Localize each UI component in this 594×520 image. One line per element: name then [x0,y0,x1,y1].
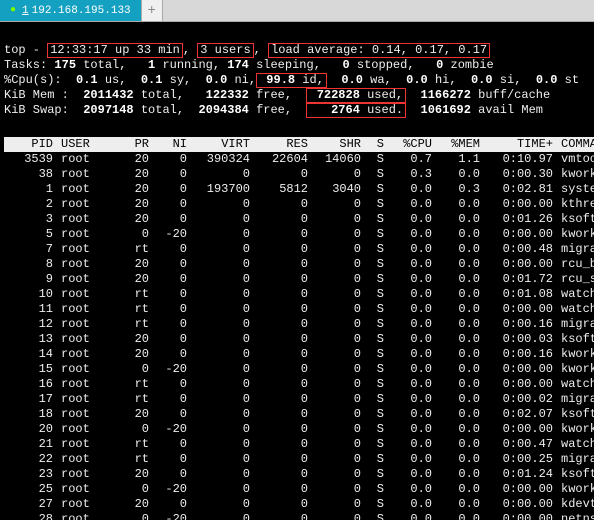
process-row: 17rootrt0000S0.00.00:00.02migration/2 [4,392,594,407]
process-row: 38root200000S0.30.00:00.30kworker/3:1 [4,167,594,182]
col-command[interactable]: COMMAND [557,137,594,152]
col-virt[interactable]: VIRT [191,137,254,152]
mem-label: KiB Mem : [4,88,69,102]
col-pr[interactable]: PR [115,137,153,152]
tasks-total: 175 [54,58,76,72]
cpu-si: 0.0 [471,73,493,87]
process-header-row: PIDUSERPRNIVIRTRESSHRS%CPU%MEMTIME+COMMA… [4,137,594,152]
process-row: 27root200000S0.00.00:00.00kdevtmpfs [4,497,594,512]
col-user[interactable]: USER [57,137,115,152]
process-row: 13root200000S0.00.00:00.03ksoftirqd/1 [4,332,594,347]
process-row: 21rootrt0000S0.00.00:00.47watchdog/3 [4,437,594,452]
mem-free: 122332 [206,88,249,102]
cpu-us: 0.1 [76,73,98,87]
process-row: 2root200000S0.00.00:00.00kthreadd [4,197,594,212]
swap-used: 2764 [331,103,360,117]
process-row: 8root200000S0.00.00:00.00rcu_bh [4,257,594,272]
cpu-ni: 0.0 [206,73,228,87]
mem-buff: 1166272 [421,88,471,102]
process-row: 11rootrt0000S0.00.00:00.00watchdog/1 [4,302,594,317]
users-box: 3 users [197,43,253,58]
top-prefix: top - [4,43,40,57]
tasks-stopped: 0 [343,58,350,72]
process-row: 23root200000S0.00.00:01.24ksoftirqd/3 [4,467,594,482]
col-shr[interactable]: SHR [312,137,365,152]
process-row: 22rootrt0000S0.00.00:00.25migration/3 [4,452,594,467]
sleeping-label: sleeping, [256,58,321,72]
load-box: load average: 0.14, 0.17, 0.17 [268,43,490,58]
cpu-st: 0.0 [536,73,558,87]
terminal-tab[interactable]: ● 1192.168.195.133 [0,0,141,21]
connected-icon: ● [10,5,16,16]
col-time+[interactable]: TIME+ [484,137,557,152]
mem-total: 2011432 [83,88,133,102]
cpu-sy: 0.1 [141,73,163,87]
col-pid[interactable]: PID [4,137,57,152]
process-row: 12rootrt0000S0.00.00:00.16migration/1 [4,317,594,332]
cpu-wa: 0.0 [341,73,363,87]
process-table: PIDUSERPRNIVIRTRESSHRS%CPU%MEMTIME+COMMA… [4,137,594,520]
swap-label: KiB Swap: [4,103,69,117]
col-res[interactable]: RES [254,137,312,152]
process-row: 3root200000S0.00.00:01.26ksoftirqd/0 [4,212,594,227]
terminal-output[interactable]: top - 12:33:17 up 33 min, 3 users, load … [0,22,594,520]
col-s[interactable]: S [365,137,388,152]
tasks-sleeping: 174 [227,58,249,72]
process-row: 7rootrt0000S0.00.00:00.48migration/0 [4,242,594,257]
cpu-idle-box: 99.8 id, [256,73,327,88]
cpu-label: %Cpu(s): [4,73,62,87]
add-tab-button[interactable]: + [141,0,163,21]
tasks-running: 1 [148,58,155,72]
process-row: 25root0-20000S0.00.00:00.00kworker/3:0H [4,482,594,497]
tab-host: 192.168.195.133 [32,5,131,17]
process-row: 18root200000S0.00.00:02.07ksoftirqd/2 [4,407,594,422]
process-row: 16rootrt0000S0.00.00:00.00watchdog/2 [4,377,594,392]
mem-used: 722828 [317,88,360,102]
mem-used-box: 722828 used, [306,88,406,103]
process-row: 3539root2003903242260414060S0.71.10:10.9… [4,152,594,167]
tab-index: 1 [22,5,29,17]
tab-bar: ● 1192.168.195.133 + [0,0,594,22]
col-ni[interactable]: NI [153,137,191,152]
swap-avail: 1061692 [421,103,471,117]
process-row: 9root200000S0.00.00:01.72rcu_sched [4,272,594,287]
process-row: 5root0-20000S0.00.00:00.00kworker/0:0H [4,227,594,242]
col-%mem[interactable]: %MEM [436,137,484,152]
cpu-id: 99.8 [266,73,295,87]
swap-used-box: 2764 used. [306,103,406,118]
col-%cpu[interactable]: %CPU [388,137,436,152]
tasks-label: Tasks: [4,58,47,72]
process-row: 14root200000S0.00.00:00.16kworker/1:0 [4,347,594,362]
cpu-hi: 0.0 [406,73,428,87]
process-row: 10rootrt0000S0.00.00:01.08watchdog/0 [4,287,594,302]
swap-free: 2094384 [198,103,248,117]
swap-total: 2097148 [83,103,133,117]
tasks-zombie: 0 [436,58,443,72]
process-row: 15root0-20000S0.00.00:00.00kworker/1:0H [4,362,594,377]
uptime-box: 12:33:17 up 33 min [47,43,183,58]
process-row: 20root0-20000S0.00.00:00.00kworker/2:0H [4,422,594,437]
process-row: 1root20019370058123040S0.00.30:02.81syst… [4,182,594,197]
